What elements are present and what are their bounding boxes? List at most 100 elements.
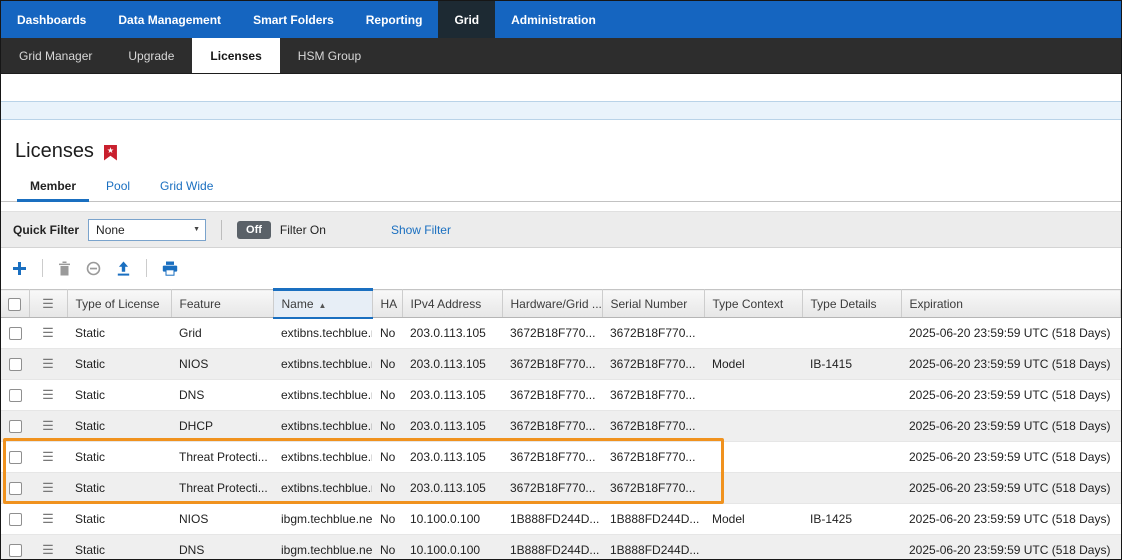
column-header-serial-number[interactable]: Serial Number	[602, 290, 704, 318]
cell-hardware: 3672B18F770...	[502, 442, 602, 473]
header-menu: ☰	[29, 290, 67, 318]
column-header-expiration[interactable]: Expiration	[901, 290, 1121, 318]
topnav-item-reporting[interactable]: Reporting	[350, 1, 439, 38]
print-icon[interactable]	[162, 261, 178, 276]
add-icon[interactable]	[12, 261, 27, 276]
row-checkbox[interactable]	[9, 544, 22, 557]
table-row[interactable]: ☰StaticGridextibns.techblue.n...No203.0.…	[1, 318, 1121, 349]
page-header: Licenses ★	[1, 120, 1121, 163]
upload-icon[interactable]	[116, 261, 131, 276]
subnav-item-upgrade[interactable]: Upgrade	[110, 38, 192, 73]
column-header-name[interactable]: Name▲	[273, 290, 372, 318]
cell-hardware: 3672B18F770...	[502, 473, 602, 504]
cell-feature: NIOS	[171, 504, 273, 535]
row-menu-icon[interactable]: ☰	[42, 356, 54, 371]
topnav-item-smart-folders[interactable]: Smart Folders	[237, 1, 350, 38]
table-menu-icon[interactable]: ☰	[42, 296, 54, 311]
show-filter-link[interactable]: Show Filter	[391, 223, 451, 237]
content-spacer	[1, 74, 1121, 101]
cell-serial: 3672B18F770...	[602, 442, 704, 473]
column-header-type-details[interactable]: Type Details	[802, 290, 901, 318]
table-row[interactable]: ☰StaticThreat Protecti...extibns.techblu…	[1, 473, 1121, 504]
view-tabs: MemberPoolGrid Wide	[1, 163, 1121, 202]
topnav-item-dashboards[interactable]: Dashboards	[1, 1, 102, 38]
column-header-type-of-license[interactable]: Type of License	[67, 290, 171, 318]
column-header-hardware-grid[interactable]: Hardware/Grid ...	[502, 290, 602, 318]
row-menu-icon[interactable]: ☰	[42, 449, 54, 464]
filter-off-toggle[interactable]: Off	[237, 221, 271, 239]
cell-feature: DNS	[171, 380, 273, 411]
cell-type: Static	[67, 411, 171, 442]
divider	[146, 259, 147, 277]
cell-ipv4: 203.0.113.105	[402, 473, 502, 504]
cell-ha: No	[372, 535, 402, 560]
table-row[interactable]: ☰StaticThreat Protecti...extibns.techblu…	[1, 442, 1121, 473]
select-all-checkbox[interactable]	[8, 298, 21, 311]
column-header-feature[interactable]: Feature	[171, 290, 273, 318]
cell-expiration: 2025-06-20 23:59:59 UTC (518 Days)	[901, 473, 1121, 504]
delete-icon[interactable]	[58, 261, 71, 276]
cell-name: extibns.techblue.n...	[273, 318, 372, 349]
cell-name: ibgm.techblue.net	[273, 535, 372, 560]
cell-details	[802, 535, 901, 560]
row-checkbox[interactable]	[9, 482, 22, 495]
column-header-ipv4-address[interactable]: IPv4 Address	[402, 290, 502, 318]
cell-hardware: 3672B18F770...	[502, 411, 602, 442]
cell-ipv4: 203.0.113.105	[402, 442, 502, 473]
table-row[interactable]: ☰StaticNIOSextibns.techblue.n...No203.0.…	[1, 349, 1121, 380]
cell-details	[802, 318, 901, 349]
cell-serial: 3672B18F770...	[602, 380, 704, 411]
row-menu-icon[interactable]: ☰	[42, 325, 54, 340]
table-row[interactable]: ☰StaticDHCPextibns.techblue.n...No203.0.…	[1, 411, 1121, 442]
cell-ipv4: 10.100.0.100	[402, 535, 502, 560]
cell-context: Model	[704, 349, 802, 380]
row-checkbox[interactable]	[9, 327, 22, 340]
cell-expiration: 2025-06-20 23:59:59 UTC (518 Days)	[901, 411, 1121, 442]
cell-type: Static	[67, 535, 171, 560]
cell-expiration: 2025-06-20 23:59:59 UTC (518 Days)	[901, 442, 1121, 473]
select-all-header	[1, 290, 29, 318]
column-header-ha[interactable]: HA	[372, 290, 402, 318]
quick-filter-label: Quick Filter	[13, 223, 79, 237]
row-menu-icon[interactable]: ☰	[42, 387, 54, 402]
subnav-item-hsm-group[interactable]: HSM Group	[280, 38, 379, 73]
subnav-item-grid-manager[interactable]: Grid Manager	[1, 38, 110, 73]
topnav-item-administration[interactable]: Administration	[495, 1, 612, 38]
row-checkbox[interactable]	[9, 389, 22, 402]
cell-expiration: 2025-06-20 23:59:59 UTC (518 Days)	[901, 504, 1121, 535]
row-menu-icon[interactable]: ☰	[42, 511, 54, 526]
column-header-type-context[interactable]: Type Context	[704, 290, 802, 318]
cell-hardware: 3672B18F770...	[502, 380, 602, 411]
divider	[42, 259, 43, 277]
row-checkbox[interactable]	[9, 420, 22, 433]
tab-pool[interactable]: Pool	[91, 175, 145, 201]
exclude-icon[interactable]	[86, 261, 101, 276]
finder-bar	[1, 101, 1121, 120]
row-checkbox[interactable]	[9, 513, 22, 526]
quick-filter-select[interactable]: None ▼	[88, 219, 206, 241]
table-row[interactable]: ☰StaticDNSibgm.techblue.netNo10.100.0.10…	[1, 535, 1121, 560]
table-row[interactable]: ☰StaticDNSextibns.techblue.n...No203.0.1…	[1, 380, 1121, 411]
cell-name: extibns.techblue.n...	[273, 380, 372, 411]
row-menu-icon[interactable]: ☰	[42, 542, 54, 557]
topnav-item-data-management[interactable]: Data Management	[102, 1, 237, 38]
favorite-bookmark-icon[interactable]: ★	[104, 145, 117, 161]
topnav-item-grid[interactable]: Grid	[438, 1, 495, 38]
licenses-table: ☰ Type of LicenseFeatureName▲HAIPv4 Addr…	[1, 288, 1121, 560]
row-menu-icon[interactable]: ☰	[42, 480, 54, 495]
cell-type: Static	[67, 349, 171, 380]
cell-type: Static	[67, 380, 171, 411]
cell-expiration: 2025-06-20 23:59:59 UTC (518 Days)	[901, 318, 1121, 349]
row-menu-icon[interactable]: ☰	[42, 418, 54, 433]
row-checkbox[interactable]	[9, 451, 22, 464]
tab-grid-wide[interactable]: Grid Wide	[145, 175, 228, 201]
row-checkbox[interactable]	[9, 358, 22, 371]
table-row[interactable]: ☰StaticNIOSibgm.techblue.netNo10.100.0.1…	[1, 504, 1121, 535]
tab-member[interactable]: Member	[15, 175, 91, 201]
cell-name: extibns.techblue.n...	[273, 349, 372, 380]
grid-sub-navigation: Grid ManagerUpgradeLicensesHSM Group	[1, 38, 1121, 74]
subnav-item-licenses[interactable]: Licenses	[192, 38, 279, 73]
cell-hardware: 3672B18F770...	[502, 318, 602, 349]
cell-details: IB-1415	[802, 349, 901, 380]
cell-context	[704, 535, 802, 560]
